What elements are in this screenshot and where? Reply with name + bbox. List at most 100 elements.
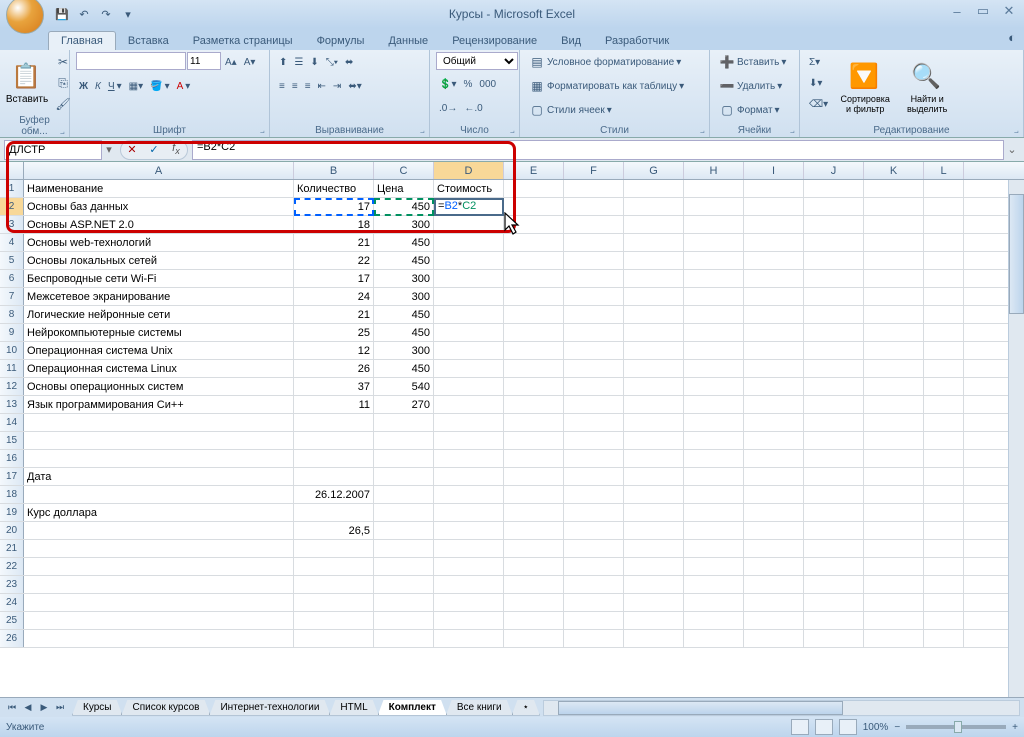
cell[interactable]: Нейрокомпьютерные системы <box>24 324 294 341</box>
cell[interactable] <box>924 306 964 323</box>
cell[interactable] <box>804 360 864 377</box>
name-box-dropdown-icon[interactable]: ▾ <box>102 143 116 156</box>
horizontal-scrollbar[interactable] <box>543 700 1020 716</box>
cell[interactable] <box>624 378 684 395</box>
cell[interactable]: Операционная система Linux <box>24 360 294 377</box>
cell[interactable] <box>434 306 504 323</box>
cell[interactable] <box>804 234 864 251</box>
cell[interactable] <box>564 288 624 305</box>
cell[interactable] <box>24 594 294 611</box>
cell[interactable] <box>504 306 564 323</box>
cell[interactable] <box>504 540 564 557</box>
cell[interactable] <box>24 414 294 431</box>
row-header-20[interactable]: 20 <box>0 522 24 539</box>
cell[interactable] <box>864 378 924 395</box>
cell[interactable] <box>624 468 684 485</box>
cell[interactable] <box>744 252 804 269</box>
cell[interactable] <box>684 180 744 197</box>
cell[interactable] <box>564 324 624 341</box>
cell[interactable] <box>864 432 924 449</box>
increase-decimal-button[interactable]: .0→ <box>436 98 460 118</box>
tab-formulas[interactable]: Формулы <box>305 32 377 50</box>
cell[interactable] <box>804 576 864 593</box>
cell[interactable] <box>504 630 564 647</box>
cell[interactable] <box>294 414 374 431</box>
cell[interactable] <box>924 504 964 521</box>
format-cells-button[interactable]: ▢Формат▾ <box>716 100 793 120</box>
cell[interactable] <box>804 378 864 395</box>
font-name-select[interactable] <box>76 52 186 70</box>
cell[interactable] <box>864 468 924 485</box>
cell[interactable] <box>624 414 684 431</box>
row-header-10[interactable]: 10 <box>0 342 24 359</box>
cell[interactable] <box>294 594 374 611</box>
cell[interactable] <box>24 450 294 467</box>
row-header-6[interactable]: 6 <box>0 270 24 287</box>
cell[interactable] <box>504 396 564 413</box>
cell[interactable] <box>434 360 504 377</box>
cell[interactable] <box>564 342 624 359</box>
cell[interactable] <box>504 324 564 341</box>
cell[interactable] <box>684 540 744 557</box>
cell[interactable] <box>924 612 964 629</box>
cell[interactable] <box>684 594 744 611</box>
cell[interactable] <box>684 216 744 233</box>
cell[interactable] <box>744 504 804 521</box>
row-header-19[interactable]: 19 <box>0 504 24 521</box>
cell[interactable] <box>804 252 864 269</box>
row-header-12[interactable]: 12 <box>0 378 24 395</box>
align-middle-button[interactable]: ☰ <box>291 52 306 72</box>
cell[interactable] <box>864 306 924 323</box>
cell[interactable] <box>564 216 624 233</box>
row-header-15[interactable]: 15 <box>0 432 24 449</box>
column-header-K[interactable]: K <box>864 162 924 179</box>
cell[interactable] <box>924 540 964 557</box>
cell[interactable] <box>864 270 924 287</box>
cell[interactable] <box>864 360 924 377</box>
tab-view[interactable]: Вид <box>549 32 593 50</box>
cell[interactable] <box>804 450 864 467</box>
cell[interactable] <box>684 504 744 521</box>
cell[interactable] <box>804 414 864 431</box>
page-break-view-button[interactable] <box>839 719 857 735</box>
row-header-8[interactable]: 8 <box>0 306 24 323</box>
cell[interactable]: 17 <box>294 198 374 215</box>
cell[interactable] <box>804 216 864 233</box>
sheet-tab[interactable]: Курсы <box>72 700 122 716</box>
cell[interactable] <box>624 432 684 449</box>
cell[interactable] <box>684 342 744 359</box>
cell[interactable] <box>374 594 434 611</box>
zoom-level[interactable]: 100% <box>863 722 889 733</box>
cell[interactable] <box>744 198 804 215</box>
cell[interactable] <box>504 468 564 485</box>
cell[interactable] <box>564 612 624 629</box>
cell[interactable] <box>924 468 964 485</box>
cell[interactable] <box>564 630 624 647</box>
cell[interactable] <box>864 450 924 467</box>
column-header-F[interactable]: F <box>564 162 624 179</box>
cell[interactable] <box>924 360 964 377</box>
cell[interactable] <box>804 270 864 287</box>
cell[interactable]: 300 <box>374 342 434 359</box>
cell[interactable] <box>624 594 684 611</box>
cell[interactable] <box>434 612 504 629</box>
border-button[interactable]: ▦▾ <box>126 76 146 96</box>
orientation-button[interactable]: ⤡▾ <box>323 52 341 72</box>
column-header-G[interactable]: G <box>624 162 684 179</box>
cell[interactable] <box>864 612 924 629</box>
cell[interactable] <box>564 270 624 287</box>
cell[interactable] <box>434 594 504 611</box>
row-header-26[interactable]: 26 <box>0 630 24 647</box>
cell[interactable] <box>564 198 624 215</box>
cell[interactable] <box>624 630 684 647</box>
grow-font-button[interactable]: A▴ <box>222 52 240 72</box>
insert-cells-button[interactable]: ➕Вставить▾ <box>716 52 793 72</box>
row-header-16[interactable]: 16 <box>0 450 24 467</box>
cell[interactable] <box>684 432 744 449</box>
row-header-18[interactable]: 18 <box>0 486 24 503</box>
cell[interactable] <box>864 522 924 539</box>
enter-formula-button[interactable]: ✓ <box>143 141 165 159</box>
cell[interactable] <box>564 450 624 467</box>
cell[interactable] <box>504 360 564 377</box>
cell[interactable] <box>804 432 864 449</box>
